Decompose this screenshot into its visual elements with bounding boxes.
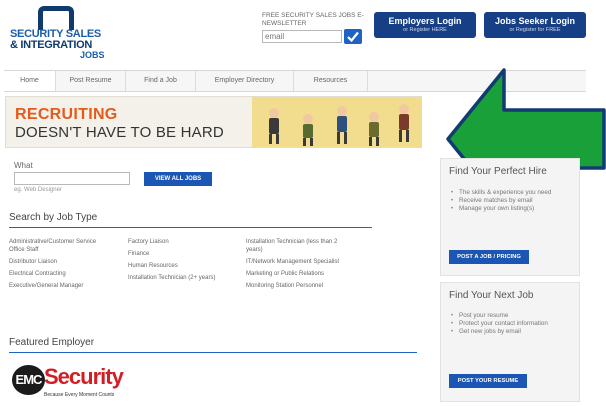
nav-home[interactable]: Home [4, 71, 56, 91]
job-type-column-1: Administrative/Customer Service Office S… [9, 238, 113, 294]
what-label: What [14, 161, 33, 170]
emc-logo-mark: EMC [12, 365, 45, 395]
job-type-column-2: Factory Liaison Finance Human Resources … [128, 238, 232, 286]
emc-logo-wordmark: Security [44, 364, 124, 389]
next-job-title: Find Your Next Job [449, 290, 534, 301]
job-type-link[interactable]: Distributor Liaison [9, 258, 113, 266]
job-type-link[interactable]: Human Resources [128, 262, 232, 270]
job-type-link[interactable]: Executive/General Manager [9, 282, 113, 290]
banner-headline: RECRUITING [15, 106, 118, 123]
briefcase-icon [38, 6, 74, 30]
job-seeker-login-subtitle: or Register for FREE [509, 27, 561, 33]
employers-login-button[interactable]: Employers Login or Register HERE [374, 12, 476, 38]
perfect-hire-bullet: Receive matches by email [451, 197, 573, 205]
newsletter-label: FREE SECURITY SALES JOBS E-NEWSLETTER [262, 12, 364, 27]
job-type-divider [9, 227, 372, 228]
job-type-link[interactable]: Monitoring Station Personnel [246, 282, 346, 290]
job-type-link[interactable]: Factory Liaison [128, 238, 232, 246]
businesspeople-illustration [252, 97, 422, 147]
next-job-bullet: Post your resume [451, 312, 573, 320]
newsletter-submit-button[interactable] [344, 29, 362, 44]
post-resume-button[interactable]: POST YOUR RESUME [449, 374, 527, 388]
banner-illustration [252, 97, 422, 147]
nav-post-resume[interactable]: Post Resume [56, 71, 126, 91]
newsletter-email-input[interactable] [262, 30, 342, 43]
logo-line-3: JOBS [80, 50, 105, 60]
job-type-column-3: Installation Technician (less than 2 yea… [246, 238, 346, 294]
job-type-link[interactable]: IT/Network Management Specialist [246, 258, 346, 266]
recruiting-banner[interactable]: RECRUITING DOESN'T HAVE TO BE HARD [5, 96, 422, 148]
checkmark-icon [347, 31, 359, 42]
view-all-jobs-button[interactable]: VIEW ALL JOBS [144, 172, 212, 186]
job-type-link[interactable]: Marketing or Public Relations [246, 270, 346, 278]
next-job-bullet: Get new jobs by email [451, 328, 573, 336]
job-type-link[interactable]: Administrative/Customer Service Office S… [9, 238, 113, 254]
job-type-link[interactable]: Finance [128, 250, 232, 258]
perfect-hire-box: Find Your Perfect Hire The skills & expe… [440, 158, 580, 276]
newsletter-signup: FREE SECURITY SALES JOBS E-NEWSLETTER [262, 12, 364, 44]
perfect-hire-bullet: Manage your own listing(s) [451, 205, 573, 213]
job-type-link[interactable]: Installation Technician (less than 2 yea… [246, 238, 346, 254]
emc-security-logo[interactable]: EMC Security Because Every Moment Counts [12, 363, 124, 401]
emc-logo-tagline: Because Every Moment Counts [44, 392, 115, 398]
perfect-hire-title: Find Your Perfect Hire [449, 166, 547, 177]
what-search-input[interactable] [14, 172, 130, 185]
job-seeker-login-button[interactable]: Jobs Seeker Login or Register for FREE [484, 12, 586, 38]
banner-subheadline: DOESN'T HAVE TO BE HARD [15, 124, 224, 141]
site-logo[interactable]: SECURITY SALES & INTEGRATION JOBS [10, 6, 130, 62]
nav-employer-directory[interactable]: Employer Directory [196, 71, 294, 91]
job-type-heading: Search by Job Type [9, 212, 98, 223]
featured-employer-divider [9, 352, 417, 353]
what-hint: eg. Web Designer [14, 187, 62, 193]
employers-login-subtitle: or Register HERE [403, 27, 447, 33]
nav-find-a-job[interactable]: Find a Job [126, 71, 196, 91]
nav-resources[interactable]: Resources [294, 71, 368, 91]
post-job-pricing-button[interactable]: POST A JOB / PRICING [449, 250, 529, 264]
featured-employer-heading: Featured Employer [9, 337, 95, 348]
employers-login-title: Employers Login [388, 16, 462, 26]
perfect-hire-bullet: The skills & experience you need [451, 189, 573, 197]
page: SECURITY SALES & INTEGRATION JOBS FREE S… [0, 0, 606, 406]
next-job-bullet: Protect your contact information [451, 320, 573, 328]
job-type-link[interactable]: Electrical Contracting [9, 270, 113, 278]
job-seeker-login-title: Jobs Seeker Login [494, 16, 576, 26]
next-job-box: Find Your Next Job Post your resume Prot… [440, 282, 580, 402]
job-type-link[interactable]: Installation Technician (2+ years) [128, 274, 232, 282]
